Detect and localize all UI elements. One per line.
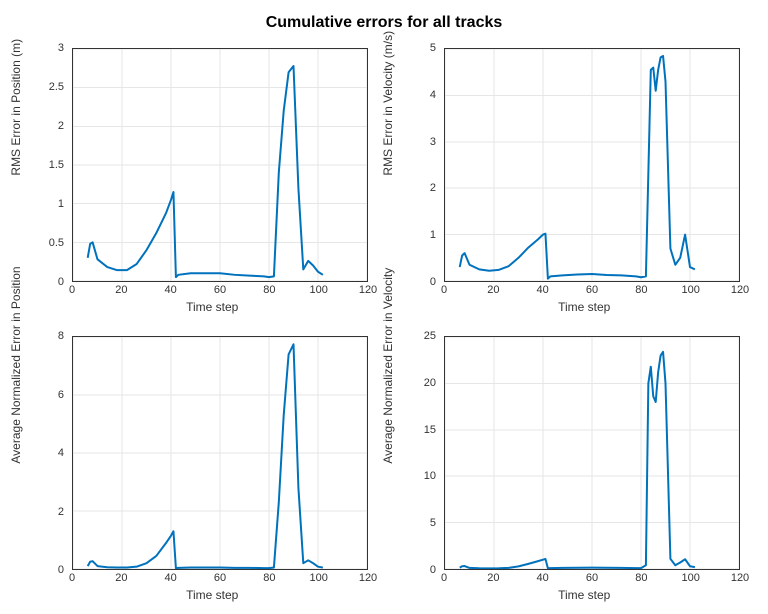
xlabel-1: Time step [558,300,610,314]
grid-3 [445,337,739,569]
xticks-3: 020406080100120 [444,572,740,586]
axes-0 [72,48,368,282]
grid-1 [445,49,739,281]
xlabel-2: Time step [186,588,238,602]
subplot-grid: RMS Error in Position (m) 02040608010012… [0,32,768,612]
axes-3 [444,336,740,570]
yticks-0: 00.511.522.53 [12,48,68,282]
subplot-1: RMS Error in Velocity (m/s) 020406080100… [384,40,748,314]
xlabel-3: Time step [558,588,610,602]
line-2 [88,344,323,568]
subplot-3: Average Normalized Error in Velocity 020… [384,328,748,602]
subplot-0: RMS Error in Position (m) 02040608010012… [12,40,376,314]
figure-title: Cumulative errors for all tracks [0,0,768,32]
xticks-2: 020406080100120 [72,572,368,586]
line-3 [460,352,695,569]
xticks-1: 020406080100120 [444,284,740,298]
yticks-2: 02468 [12,336,68,570]
yticks-3: 0510152025 [384,336,440,570]
xticks-0: 020406080100120 [72,284,368,298]
axes-1 [444,48,740,282]
subplot-2: Average Normalized Error in Position 020… [12,328,376,602]
grid-2 [73,337,367,569]
line-0 [88,66,323,277]
xlabel-0: Time step [186,300,238,314]
line-1 [460,56,695,279]
axes-2 [72,336,368,570]
yticks-1: 012345 [384,48,440,282]
grid-0 [73,49,367,281]
